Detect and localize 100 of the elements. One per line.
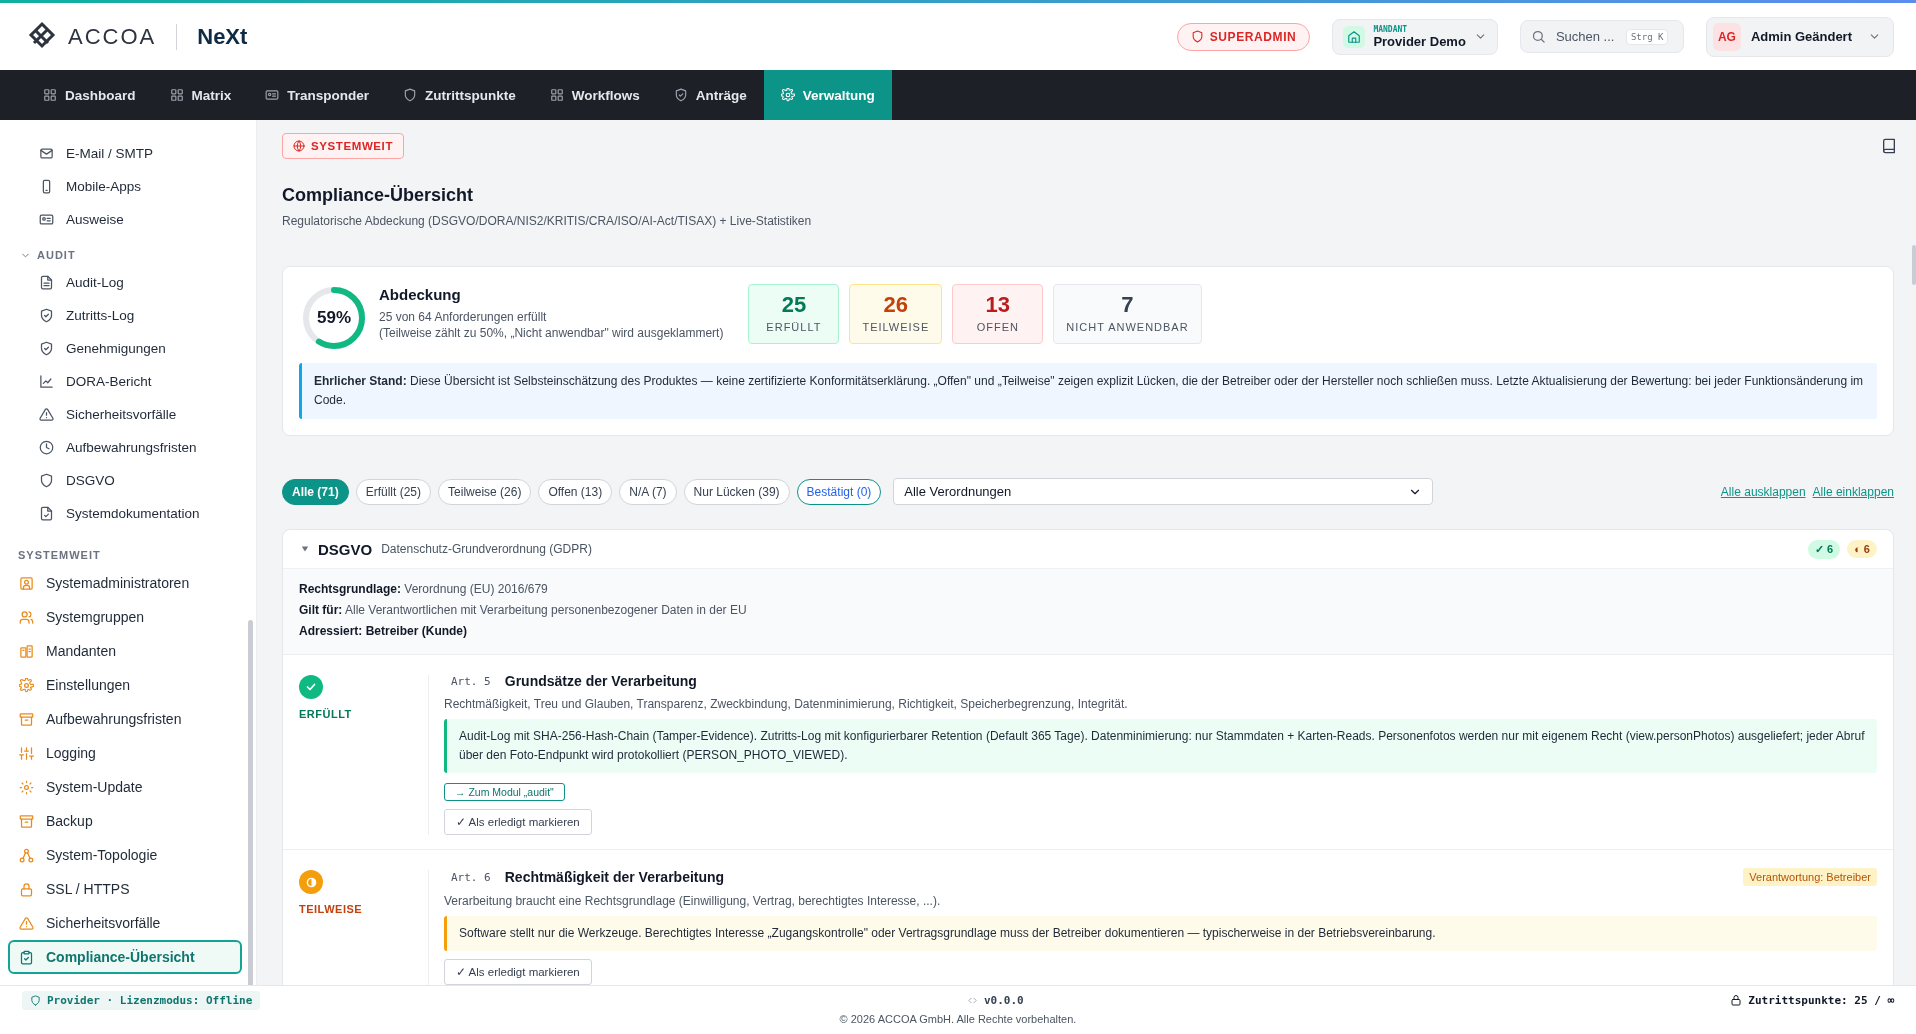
filter-chip[interactable]: Erfüllt (25) (355, 478, 432, 505)
document-icon (39, 275, 54, 290)
search-icon (1530, 29, 1546, 44)
notice-text: Ehrlicher Stand: Diese Übersicht ist Selbsteinschätzung des Produktes — keine zertifizierte Konformitätserklärung. „Offen" und „Teilweise" zeigen explizit Lücken, die der Betreiber oder der Hersteller noch schließen muss. Letzte Aktualisierung der Bewertung: bei jeder Funktionsänderung im Code. (299, 363, 1877, 419)
stat-tile: 7 NICHT ANWENDBAR (1053, 284, 1202, 344)
filter-chip[interactable]: Offen (13) (538, 478, 613, 505)
nav-tab[interactable]: Dashboard (26, 70, 153, 120)
check-icon (299, 675, 323, 699)
users-icon (19, 609, 34, 625)
nav-tab[interactable]: Matrix (152, 70, 249, 120)
sidebar-item[interactable]: E-Mail / SMTP (8, 137, 242, 170)
search-field[interactable]: Suchen ... (1553, 28, 1618, 45)
user-square-icon (19, 575, 34, 591)
book-icon (1881, 138, 1897, 154)
sidebar-item[interactable]: Systemdokumentation (8, 497, 242, 530)
coverage-title: Abdeckung (379, 285, 462, 303)
collapse-all-link[interactable]: Alle einklappen (1812, 484, 1894, 499)
sidebar-item[interactable]: Mandanten (8, 634, 242, 668)
id-card-icon (265, 88, 280, 102)
expand-all-link[interactable]: Alle ausklappen (1720, 484, 1806, 499)
shortcut-hint: Strg K (1625, 28, 1669, 45)
access-points-text: Zutrittspunkte: 25 / ∞ (1748, 993, 1894, 1007)
building-icon (19, 643, 34, 659)
sidebar-item[interactable]: DSGVO (8, 464, 242, 497)
sidebar-item[interactable]: Compliance-Übersicht (8, 940, 242, 974)
tenant-selector[interactable]: MANDANT Provider Demo (1332, 18, 1498, 55)
count-badge: ✓ 6 (1808, 539, 1841, 559)
meta-line: Rechtsgrundlage: Verordnung (EU) 2016/679 (299, 581, 549, 598)
nav-tab[interactable]: Zutrittspunkte (386, 70, 533, 120)
evidence-note: Software stellt nur die Werkzeuge. Berechtigtes Interesse „Zugangskontrolle" oder Vertragsgrundlage muss der Betreiber dokumentieren — typischerweise in der Betriebsvereinbarung. (444, 916, 1877, 951)
settings-icon (780, 88, 795, 102)
article-title: Grundsätze der Verarbeitung (504, 673, 697, 689)
archive-icon (19, 711, 34, 727)
sidebar-item[interactable]: DORA-Bericht (8, 365, 242, 398)
article-title: Rechtmäßigkeit der Verarbeitung (504, 869, 725, 885)
file-icon (39, 506, 54, 521)
sidebar-item[interactable]: Sicherheitsvorfälle (8, 398, 242, 431)
stat-tile: 25 ERFÜLLT (748, 284, 840, 344)
sidebar-item[interactable]: Aufbewahrungsfristen (8, 431, 242, 464)
page-title: Compliance-Übersicht (282, 185, 475, 206)
regulation-code: DSGVO (318, 540, 373, 558)
filter-chip[interactable]: Teilweise (26) (438, 478, 532, 505)
filter-chip[interactable]: Bestätigt (0) (796, 478, 882, 505)
responsibility-tag: Verantwortung: Betreiber (1743, 868, 1877, 886)
shield-icon (39, 473, 54, 488)
clock-icon (39, 440, 54, 455)
warning-icon (39, 407, 54, 422)
status-label: ERFÜLLT (299, 708, 352, 720)
grid-icon (43, 88, 57, 102)
sidebar-item[interactable]: Einstellungen (8, 668, 242, 702)
sidebar-item[interactable]: Systemgruppen (8, 600, 242, 634)
sidebar-item[interactable]: Backup (8, 804, 242, 838)
sidebar-item[interactable]: Genehmigungen (8, 332, 242, 365)
grid-icon (169, 88, 184, 102)
coverage-summary: 25 von 64 Anforderungen erfüllt (379, 308, 548, 325)
mark-done-button[interactable]: ✓ Als erledigt markieren (444, 809, 592, 835)
meta-line: Gilt für: Alle Verantwortlichen mit Verarbeitung personenbezogener Daten in der EU (299, 602, 748, 619)
module-link[interactable]: → Zum Modul „audit" (444, 783, 565, 801)
count-badge: ◐ 6 (1847, 540, 1877, 558)
id-card-icon (39, 212, 54, 227)
shield-icon (30, 994, 41, 1006)
evidence-note: Audit-Log mit SHA-256-Hash-Chain (Tamper-Evidence). Zutritts-Log mit konfigurierbarer Retention (Default 365 Tage). Datenminimierung: nur Stammdaten + Karten-Reads. Personenfotos werden nur mit eigenem Recht (view.personPhotos) ausgeliefert; jeder Abruf über den Foto-Endpunkt wird protokolliert (PERSON_PHOTO_VIEWED). (444, 719, 1877, 773)
nav-tab[interactable]: Transponder (248, 70, 387, 120)
user-menu[interactable]: AG Admin Geändert (1705, 16, 1894, 57)
nav-tab[interactable]: Workflows (532, 70, 657, 120)
half-circle-icon (299, 870, 323, 894)
article-number: Art. 5 (451, 674, 491, 688)
sidebar-item[interactable]: Audit-Log (8, 266, 242, 299)
addressed-line: Adressiert: Betreiber (Kunde) (299, 623, 469, 640)
clipboard-check-icon (19, 949, 34, 965)
sidebar-item[interactable]: Mobile-Apps (8, 170, 242, 203)
filter-chip[interactable]: Alle (71) (282, 478, 349, 505)
license-badge: Provider · Lizenzmodus: Offline (22, 990, 261, 1010)
sidebar-item[interactable]: Zutritts-Log (8, 299, 242, 332)
sidebar-item[interactable]: System-Topologie (8, 838, 242, 872)
section-heading: SYSTEMWEIT (18, 549, 101, 561)
copyright-text: © 2026 ACCOA GmbH. Alle Rechte vorbehalten. (838, 1013, 1078, 1025)
nav-tab[interactable]: Anträge (656, 70, 764, 120)
sidebar-item[interactable]: Logging (8, 736, 242, 770)
shield-icon (403, 88, 418, 102)
filter-chip[interactable]: Nur Lücken (39) (683, 478, 790, 505)
sidebar-item[interactable]: Ausweise (8, 203, 242, 236)
product-name: NeXt (197, 23, 248, 50)
version-text: v0.0.0 (983, 993, 1024, 1007)
sidebar-item[interactable]: System-Update (8, 770, 242, 804)
sidebar-item[interactable]: SSL / HTTPS (8, 872, 242, 906)
sidebar-item[interactable]: Sicherheitsvorfälle (8, 906, 242, 940)
sidebar-item[interactable]: Aufbewahrungsfristen (8, 702, 242, 736)
article-number: Art. 6 (451, 870, 491, 884)
nav-tab[interactable]: Verwaltung (763, 70, 892, 120)
page-subtitle: Regulatorische Abdeckung (DSGVO/DORA/NIS2/KRITIS/CRA/ISO/AI-Act/TISAX) + Live-Statistiken (282, 214, 813, 228)
mark-done-button[interactable]: ✓ Als erledigt markieren (444, 959, 592, 985)
regulation-name: Datenschutz-Grundverordnung (GDPR) (381, 542, 592, 556)
regulation-select[interactable]: Alle Verordnungen (893, 478, 1434, 505)
filter-chip[interactable]: N/A (7) (619, 478, 677, 505)
sun-icon (19, 779, 34, 795)
coverage-note: (Teilweise zählt zu 50%, „Nicht anwendbar" wird ausgeklammert) (379, 324, 724, 341)
mail-icon (39, 146, 54, 161)
sidebar-item[interactable]: Systemadministratoren (8, 566, 242, 600)
warning-icon (19, 915, 34, 931)
